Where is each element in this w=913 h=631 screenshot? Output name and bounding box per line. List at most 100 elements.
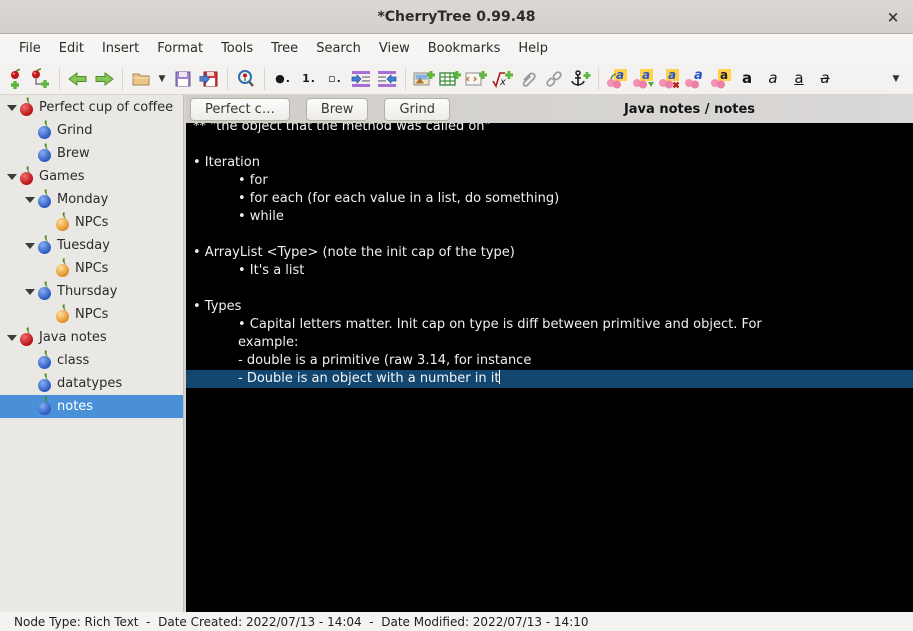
- tree-node-row[interactable]: Java notes: [0, 326, 183, 349]
- editor-line: example:: [238, 335, 299, 350]
- editor-line: • for: [238, 173, 268, 188]
- expander-icon[interactable]: [22, 289, 38, 295]
- expander-icon[interactable]: [4, 335, 20, 341]
- menu-bookmarks[interactable]: Bookmarks: [419, 37, 510, 60]
- new-node-icon[interactable]: [2, 66, 28, 92]
- toolbar-overflow-icon[interactable]: ▼: [883, 66, 909, 92]
- color-background-icon[interactable]: a: [630, 66, 656, 92]
- node-button[interactable]: Brew: [305, 97, 369, 121]
- svg-text:a: a: [668, 68, 676, 82]
- tree-node-row[interactable]: notes: [0, 395, 183, 418]
- node-button[interactable]: Perfect c…: [190, 97, 290, 121]
- expander-icon[interactable]: [4, 105, 20, 111]
- tree-node-label: NPCs: [75, 307, 109, 322]
- menu-view[interactable]: View: [370, 37, 419, 60]
- save-as-icon[interactable]: [196, 66, 222, 92]
- bold-icon[interactable]: a: [734, 66, 760, 92]
- cherry-red-icon: [20, 332, 33, 346]
- editor-line: • It's a list: [238, 263, 305, 278]
- strikethrough-icon[interactable]: a: [812, 66, 838, 92]
- editor-line: ** "the object that the method was calle…: [193, 123, 491, 134]
- indent-right-icon[interactable]: [348, 66, 374, 92]
- menu-search[interactable]: Search: [307, 37, 370, 60]
- text-highlight-icon[interactable]: a: [708, 66, 734, 92]
- tree-node-row[interactable]: Thursday: [0, 280, 183, 303]
- node-path-title: Java notes / notes: [623, 101, 756, 117]
- insert-link-icon[interactable]: [541, 66, 567, 92]
- insert-codebox-icon[interactable]: [463, 66, 489, 92]
- editor-line: • Iteration: [193, 155, 260, 170]
- rich-text-editor[interactable]: ** "the object that the method was calle…: [186, 123, 913, 612]
- tree-node-label: Perfect cup of coffee: [39, 100, 174, 115]
- new-subnode-icon[interactable]: [28, 66, 54, 92]
- tree-node-row[interactable]: NPCs: [0, 211, 183, 234]
- editor-line: • while: [238, 209, 284, 224]
- tree-node-row[interactable]: Grind: [0, 119, 183, 142]
- todo-list-icon[interactable]: ▫.: [322, 66, 348, 92]
- attach-file-icon[interactable]: [515, 66, 541, 92]
- cherry-red-icon: [20, 171, 33, 185]
- tree-node-row[interactable]: NPCs: [0, 257, 183, 280]
- editor-line: - double is a primitive (raw 3.14, for i…: [238, 353, 532, 368]
- tree-node-row[interactable]: class: [0, 349, 183, 372]
- tree-node-row[interactable]: Games: [0, 165, 183, 188]
- numbered-list-icon[interactable]: 1.: [296, 66, 322, 92]
- go-forward-icon[interactable]: [91, 66, 117, 92]
- save-icon[interactable]: [170, 66, 196, 92]
- title-bar: *CherryTree 0.99.48 ×: [0, 0, 913, 34]
- text-cursor: [499, 370, 501, 384]
- status-text: Node Type: Rich Text - Date Created: 202…: [14, 614, 589, 629]
- menu-help[interactable]: Help: [509, 37, 557, 60]
- menu-tools[interactable]: Tools: [212, 37, 262, 60]
- bullet-list-icon[interactable]: ●.: [270, 66, 296, 92]
- tree-node-row[interactable]: Perfect cup of coffee: [0, 96, 183, 119]
- indent-left-icon[interactable]: [374, 66, 400, 92]
- tree-node-row[interactable]: Tuesday: [0, 234, 183, 257]
- editor-lines: ** "the object that the method was calle…: [186, 123, 913, 388]
- insert-image-icon[interactable]: [411, 66, 437, 92]
- open-file-icon[interactable]: [128, 66, 154, 92]
- cherry-orange-icon: [56, 217, 69, 231]
- cherry-red-icon: [20, 102, 33, 116]
- expander-icon[interactable]: [22, 197, 38, 203]
- color-foreground-icon[interactable]: a: [604, 66, 630, 92]
- svg-text:a: a: [642, 68, 650, 82]
- tree-node-row[interactable]: datatypes: [0, 372, 183, 395]
- tree-node-row[interactable]: Monday: [0, 188, 183, 211]
- tree-node-row[interactable]: NPCs: [0, 303, 183, 326]
- open-file-dropdown-icon[interactable]: ▼: [154, 66, 170, 92]
- main-area: Perfect cup of coffee Grind Brew Games Monda…: [0, 95, 913, 612]
- status-bar: Node Type: Rich Text - Date Created: 202…: [0, 612, 913, 631]
- insert-formula-icon[interactable]: x: [489, 66, 515, 92]
- tree-sidebar[interactable]: Perfect cup of coffee Grind Brew Games Monda…: [0, 95, 183, 612]
- insert-anchor-icon[interactable]: [567, 66, 593, 92]
- menu-file[interactable]: File: [10, 37, 50, 60]
- underline-icon[interactable]: a: [786, 66, 812, 92]
- menu-edit[interactable]: Edit: [50, 37, 93, 60]
- cherry-orange-icon: [56, 263, 69, 277]
- close-icon[interactable]: ×: [883, 7, 903, 27]
- node-button[interactable]: Grind: [384, 97, 450, 121]
- go-back-icon[interactable]: [65, 66, 91, 92]
- menu-tree[interactable]: Tree: [262, 37, 307, 60]
- cherry-blue-icon: [38, 355, 51, 369]
- editor-line: • ArrayList <Type> (note the init cap of…: [193, 245, 515, 260]
- tree-node-label: Thursday: [57, 284, 118, 299]
- breadcrumb: Perfect c… Brew Grind: [190, 97, 466, 121]
- color-foreground-alt-icon[interactable]: a: [682, 66, 708, 92]
- expander-icon[interactable]: [22, 243, 38, 249]
- menu-insert[interactable]: Insert: [93, 37, 148, 60]
- tree-node-row[interactable]: Brew: [0, 142, 183, 165]
- insert-table-icon[interactable]: [437, 66, 463, 92]
- svg-text:a: a: [616, 68, 624, 82]
- italic-icon[interactable]: a: [760, 66, 786, 92]
- expander-icon[interactable]: [4, 174, 20, 180]
- menu-format[interactable]: Format: [148, 37, 212, 60]
- find-node-icon[interactable]: [233, 66, 259, 92]
- remove-formatting-icon[interactable]: a: [656, 66, 682, 92]
- svg-text:x: x: [499, 77, 506, 88]
- cherry-blue-icon: [38, 125, 51, 139]
- cherry-blue-icon: [38, 194, 51, 208]
